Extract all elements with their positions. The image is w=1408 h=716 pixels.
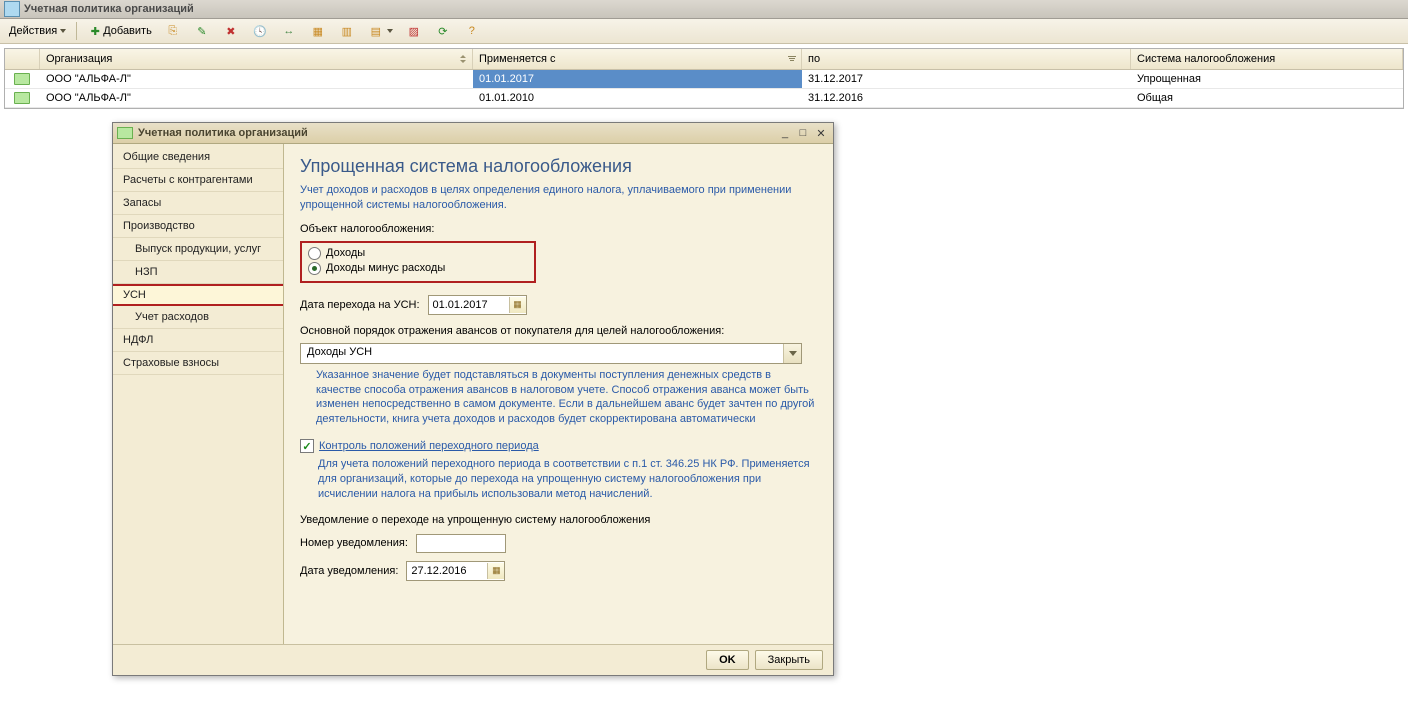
nav-icon: ↔ xyxy=(281,23,297,39)
dialog-icon xyxy=(117,127,133,139)
table-row[interactable]: ООО "АЛЬФА-Л" 01.01.2010 31.12.2016 Обща… xyxy=(5,89,1403,108)
transition-date-label: Дата перехода на УСН: xyxy=(300,299,420,311)
notif-date-label: Дата уведомления: xyxy=(300,565,398,577)
nav-contractors[interactable]: Расчеты с контрагентами xyxy=(113,169,283,192)
policy-dialog: Учетная политика организаций _ □ ✕ Общие… xyxy=(112,122,834,676)
filter1-button[interactable]: ▦ xyxy=(305,20,331,42)
plus-icon: ✚ xyxy=(87,23,103,39)
grid-header: Организация Применяется с по Система нал… xyxy=(5,49,1403,70)
notification-heading: Уведомление о переходе на упрощенную сис… xyxy=(300,514,817,526)
dialog-title: Учетная политика организаций xyxy=(138,127,775,139)
row-icon xyxy=(14,73,30,85)
col-to[interactable]: по xyxy=(802,49,1131,69)
nav-button[interactable]: ↔ xyxy=(276,20,302,42)
content-desc: Учет доходов и расходов в целях определе… xyxy=(300,183,817,213)
filter3-icon: ▤ xyxy=(368,23,384,39)
nav-usn[interactable]: УСН xyxy=(113,284,283,306)
copy-button[interactable]: ⎘ xyxy=(160,20,186,42)
nav-nzp[interactable]: НЗП xyxy=(113,261,283,284)
app-icon xyxy=(4,1,20,17)
advance-select[interactable]: Доходы УСН xyxy=(300,343,802,364)
reload-button[interactable]: ⟳ xyxy=(430,20,456,42)
transition-control-label[interactable]: Контроль положений переходного периода xyxy=(319,440,539,452)
filter2-button[interactable]: ▥ xyxy=(334,20,360,42)
edit-button[interactable]: ✎ xyxy=(189,20,215,42)
notif-date-input[interactable] xyxy=(407,565,487,577)
pencil-icon: ✎ xyxy=(194,23,210,39)
clear-filter-icon: ▨ xyxy=(406,23,422,39)
filter-icon: ▦ xyxy=(310,23,326,39)
col-sys[interactable]: Система налогообложения xyxy=(1131,49,1403,69)
nav-ndfl[interactable]: НДФЛ xyxy=(113,329,283,352)
clock-icon: 🕓 xyxy=(252,23,268,39)
checkbox-help: Для учета положений переходного периода … xyxy=(318,457,817,502)
dialog-footer: OK Закрыть xyxy=(113,644,833,675)
nav-stock[interactable]: Запасы xyxy=(113,192,283,215)
notif-number-input[interactable] xyxy=(416,534,506,553)
object-label: Объект налогообложения: xyxy=(300,223,817,235)
dialog-content: Упрощенная система налогообложения Учет … xyxy=(284,144,833,644)
calendar-icon[interactable]: ▦ xyxy=(487,563,504,579)
filter3-button[interactable]: ▤ xyxy=(363,20,398,42)
col-org[interactable]: Организация xyxy=(40,49,473,69)
dropdown-icon[interactable] xyxy=(783,344,801,363)
nav-insurance[interactable]: Страховые взносы xyxy=(113,352,283,375)
close-button[interactable]: Закрыть xyxy=(755,650,823,670)
ok-button[interactable]: OK xyxy=(706,650,749,670)
help-button[interactable]: ? xyxy=(459,20,485,42)
copy-icon: ⎘ xyxy=(165,23,181,39)
tax-object-group: Доходы Доходы минус расходы xyxy=(300,241,536,283)
radio-income-minus[interactable] xyxy=(308,262,321,275)
window-title: Учетная политика организаций xyxy=(24,3,194,15)
close-window-button[interactable]: ✕ xyxy=(813,126,829,140)
main-toolbar: Действия ✚ Добавить ⎘ ✎ ✖ 🕓 ↔ ▦ ▥ ▤ ▨ ⟳ … xyxy=(0,19,1408,44)
table-row[interactable]: ООО "АЛЬФА-Л" 01.01.2017 31.12.2017 Упро… xyxy=(5,70,1403,89)
col-icon[interactable] xyxy=(5,49,40,69)
nav-general[interactable]: Общие сведения xyxy=(113,146,283,169)
policy-grid: Организация Применяется с по Система нал… xyxy=(4,48,1404,109)
radio-income[interactable] xyxy=(308,247,321,260)
radio-income-minus-row[interactable]: Доходы минус расходы xyxy=(308,262,528,275)
transition-date-input[interactable] xyxy=(429,299,509,311)
filter2-icon: ▥ xyxy=(339,23,355,39)
refresh-time-button[interactable]: 🕓 xyxy=(247,20,273,42)
maximize-button[interactable]: □ xyxy=(795,126,811,140)
delete-button[interactable]: ✖ xyxy=(218,20,244,42)
nav-production[interactable]: Производство xyxy=(113,215,283,238)
radio-income-row[interactable]: Доходы xyxy=(308,247,528,260)
transition-date-field[interactable]: ▦ xyxy=(428,295,527,315)
nav-output[interactable]: Выпуск продукции, услуг xyxy=(113,238,283,261)
advance-label: Основной порядок отражения авансов от по… xyxy=(300,325,817,337)
delete-icon: ✖ xyxy=(223,23,239,39)
col-from[interactable]: Применяется с xyxy=(473,49,802,69)
transition-control-checkbox[interactable] xyxy=(300,439,314,453)
dialog-titlebar[interactable]: Учетная политика организаций _ □ ✕ xyxy=(113,123,833,144)
main-titlebar: Учетная политика организаций xyxy=(0,0,1408,19)
content-heading: Упрощенная система налогообложения xyxy=(300,156,817,177)
sort-desc-icon xyxy=(787,54,797,64)
clear-filter-button[interactable]: ▨ xyxy=(401,20,427,42)
help-icon: ? xyxy=(464,23,480,39)
minimize-button[interactable]: _ xyxy=(777,126,793,140)
notif-number-label: Номер уведомления: xyxy=(300,537,408,549)
add-button[interactable]: ✚ Добавить xyxy=(82,20,157,42)
reload-icon: ⟳ xyxy=(435,23,451,39)
notif-date-field[interactable]: ▦ xyxy=(406,561,505,581)
actions-menu[interactable]: Действия xyxy=(4,20,71,42)
calendar-icon[interactable]: ▦ xyxy=(509,297,526,313)
sort-icon xyxy=(458,54,468,64)
row-icon xyxy=(14,92,30,104)
dialog-nav: Общие сведения Расчеты с контрагентами З… xyxy=(113,144,284,644)
nav-expenses[interactable]: Учет расходов xyxy=(113,306,283,329)
advance-help: Указанное значение будет подставляться в… xyxy=(316,368,816,427)
